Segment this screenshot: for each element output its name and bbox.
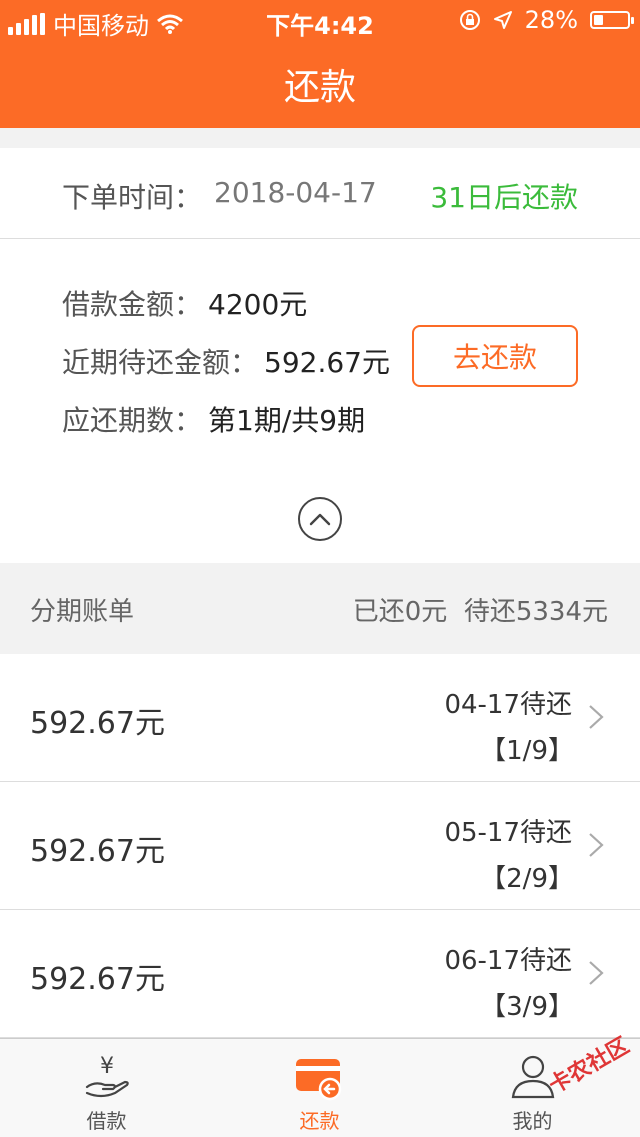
- installment-header: 分期账单 已还0元 待还5334元: [0, 563, 640, 653]
- recent-due-row: 近期待还金额： 592.67元: [62, 341, 390, 381]
- installment-amount: 592.67元: [30, 706, 165, 741]
- installment-item[interactable]: 592.67元 04-17待还 【1/9】: [0, 654, 640, 782]
- tab-bar: ¥ 借款 还款 我的: [0, 1038, 640, 1137]
- collapse-up-button[interactable]: [298, 497, 342, 541]
- periods-label: 应还期数：: [62, 404, 203, 437]
- chevron-right-icon: [589, 705, 604, 729]
- installment-due-date: 06-17待还: [444, 946, 572, 976]
- chevron-up-icon: [309, 513, 331, 526]
- tab-repay[interactable]: 还款: [213, 1039, 426, 1137]
- battery-percent: 28%: [524, 6, 578, 34]
- tab-mine-label: 我的: [512, 1109, 553, 1133]
- installment-list: 592.67元 04-17待还 【1/9】 592.67元 05-17待还 【2…: [0, 654, 640, 1038]
- installment-amount: 592.67元: [30, 962, 165, 997]
- order-info-card: 下单时间： 2018-04-17 31日后还款: [0, 148, 640, 239]
- battery-icon: [590, 11, 634, 29]
- installment-period: 【2/9】: [480, 864, 574, 894]
- loan-icon: ¥: [85, 1054, 129, 1098]
- status-right: 28%: [459, 6, 634, 34]
- installment-item[interactable]: 592.67元 06-17待还 【3/9】: [0, 910, 640, 1038]
- app-header: 中国移动 下午4:42 28% 还款: [0, 0, 640, 128]
- location-icon: [493, 11, 512, 29]
- order-date: 2018-04-17: [214, 176, 377, 209]
- loan-summary-card: 借款金额： 4200元 近期待还金额： 592.67元 应还期数： 第1期/共9期 去…: [0, 239, 640, 475]
- recent-due-label: 近期待还金额：: [62, 346, 259, 379]
- installment-period: 【3/9】: [480, 992, 574, 1022]
- tab-repay-label: 还款: [299, 1109, 340, 1133]
- repay-card-icon: [295, 1059, 341, 1101]
- go-repay-button[interactable]: 去还款: [412, 325, 578, 387]
- tab-loan-label: 借款: [86, 1109, 127, 1133]
- installment-amount: 592.67元: [30, 834, 165, 869]
- installment-due-date: 04-17待还: [444, 690, 572, 720]
- loan-amount-value: 4200元: [208, 288, 308, 321]
- orientation-lock-icon: [459, 10, 480, 30]
- loan-amount-label: 借款金额：: [62, 288, 203, 321]
- installment-item[interactable]: 592.67元 05-17待还 【2/9】: [0, 782, 640, 910]
- installment-period: 【1/9】: [480, 736, 574, 766]
- page-title: 还款: [283, 67, 356, 108]
- due-countdown: 31日后还款: [430, 181, 578, 214]
- status-bar: 中国移动 下午4:42 28%: [0, 0, 640, 40]
- periods-value: 第1期/共9期: [208, 404, 366, 437]
- installment-due-date: 05-17待还: [444, 818, 572, 848]
- chevron-right-icon: [589, 961, 604, 985]
- svg-text:¥: ¥: [100, 1054, 114, 1079]
- installment-title: 分期账单: [30, 597, 135, 627]
- order-time-label: 下单时间：: [62, 181, 203, 214]
- loan-amount-row: 借款金额： 4200元: [62, 283, 307, 323]
- collapse-area: [0, 475, 640, 563]
- periods-row: 应还期数： 第1期/共9期: [62, 399, 365, 439]
- installment-summary: 已还0元 待还5334元: [352, 597, 608, 627]
- recent-due-value: 592.67元: [264, 346, 390, 379]
- tab-loan[interactable]: ¥ 借款: [0, 1039, 213, 1137]
- chevron-right-icon: [589, 833, 604, 857]
